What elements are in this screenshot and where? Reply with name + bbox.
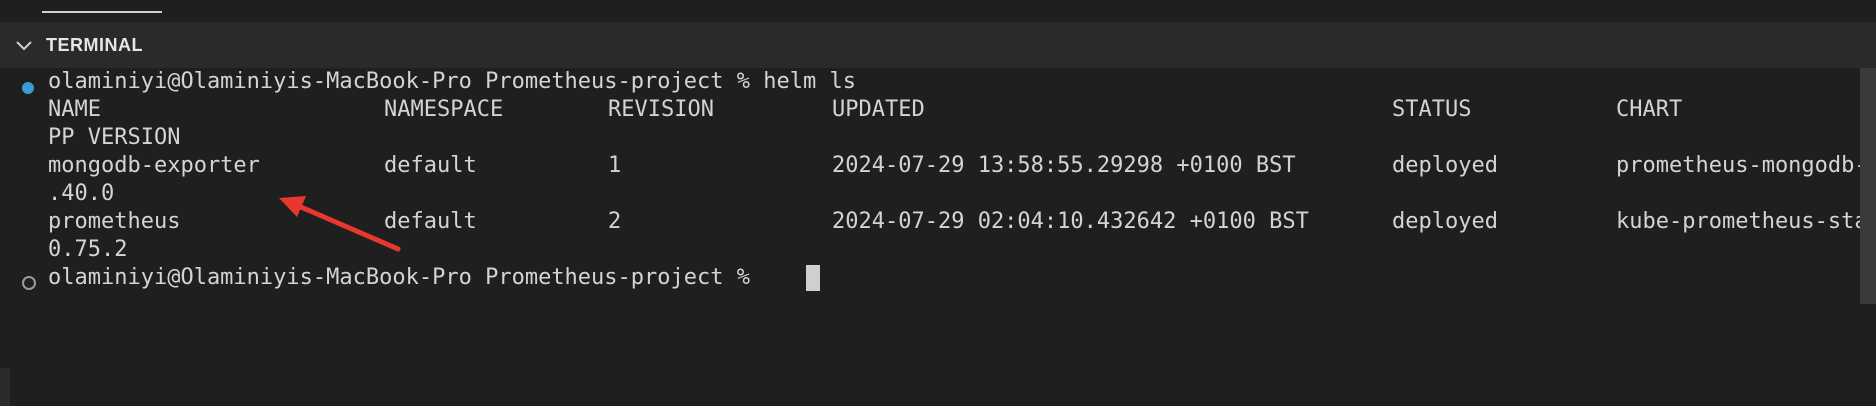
row-2-chart: kube-prometheus-sta (1616, 209, 1868, 234)
panel-title: TERMINAL (46, 34, 143, 55)
terminal-output[interactable]: olaminiyi@Olaminiyis-MacBook-Pro Prometh… (0, 68, 1876, 406)
terminal-cursor[interactable] (806, 265, 820, 291)
editor-tab-strip (0, 0, 1876, 22)
row-2-wrap: 0.75.2 (48, 237, 128, 262)
row-1-status: deployed (1392, 153, 1498, 178)
row-1-revision: 1 (608, 153, 622, 178)
row-2-updated: 2024-07-29 02:04:10.432642 +0100 BST (832, 209, 1309, 234)
row-1-chart: prometheus-mongodb- (1616, 153, 1868, 178)
final-prompt: olaminiyi@Olaminiyis-MacBook-Pro Prometh… (48, 265, 750, 290)
header-name: NAME (48, 97, 101, 122)
header-chart: CHART (1616, 97, 1683, 122)
prompt-success-dot-icon[interactable] (22, 82, 34, 94)
row-2-status: deployed (1392, 209, 1498, 234)
row-2-name: prometheus (48, 209, 181, 234)
row-1-namespace: default (384, 153, 477, 178)
command-line: olaminiyi@Olaminiyis-MacBook-Pro Prometh… (48, 68, 856, 96)
header-updated: UPDATED (832, 97, 925, 122)
header-status: STATUS (1392, 97, 1472, 122)
scrollbar-thumb[interactable] (1860, 68, 1876, 304)
prompt-text: olaminiyi@Olaminiyis-MacBook-Pro Prometh… (48, 69, 750, 94)
terminal-panel-header[interactable]: TERMINAL (0, 22, 1876, 68)
row-1-name: mongodb-exporter (48, 153, 260, 178)
header-revision: REVISION (608, 97, 714, 122)
header-namespace: NAMESPACE (384, 97, 504, 122)
vertical-scrollbar[interactable] (1860, 68, 1876, 406)
row-2-namespace: default (384, 209, 477, 234)
command-text: helm ls (763, 69, 856, 94)
chevron-down-icon[interactable] (8, 22, 40, 68)
prompt-idle-dot-icon[interactable] (22, 276, 36, 290)
row-1-updated: 2024-07-29 13:58:55.29298 +0100 BST (832, 153, 1296, 178)
active-tab-indicator (42, 11, 162, 13)
vscode-terminal-window: TERMINAL olaminiyi@Olaminiyis-MacBook-Pr… (0, 0, 1876, 406)
row-1-wrap: .40.0 (48, 181, 115, 206)
row-2-revision: 2 (608, 209, 622, 234)
left-edge-marker (0, 368, 10, 406)
header-app-version-wrap: PP VERSION (48, 125, 181, 150)
